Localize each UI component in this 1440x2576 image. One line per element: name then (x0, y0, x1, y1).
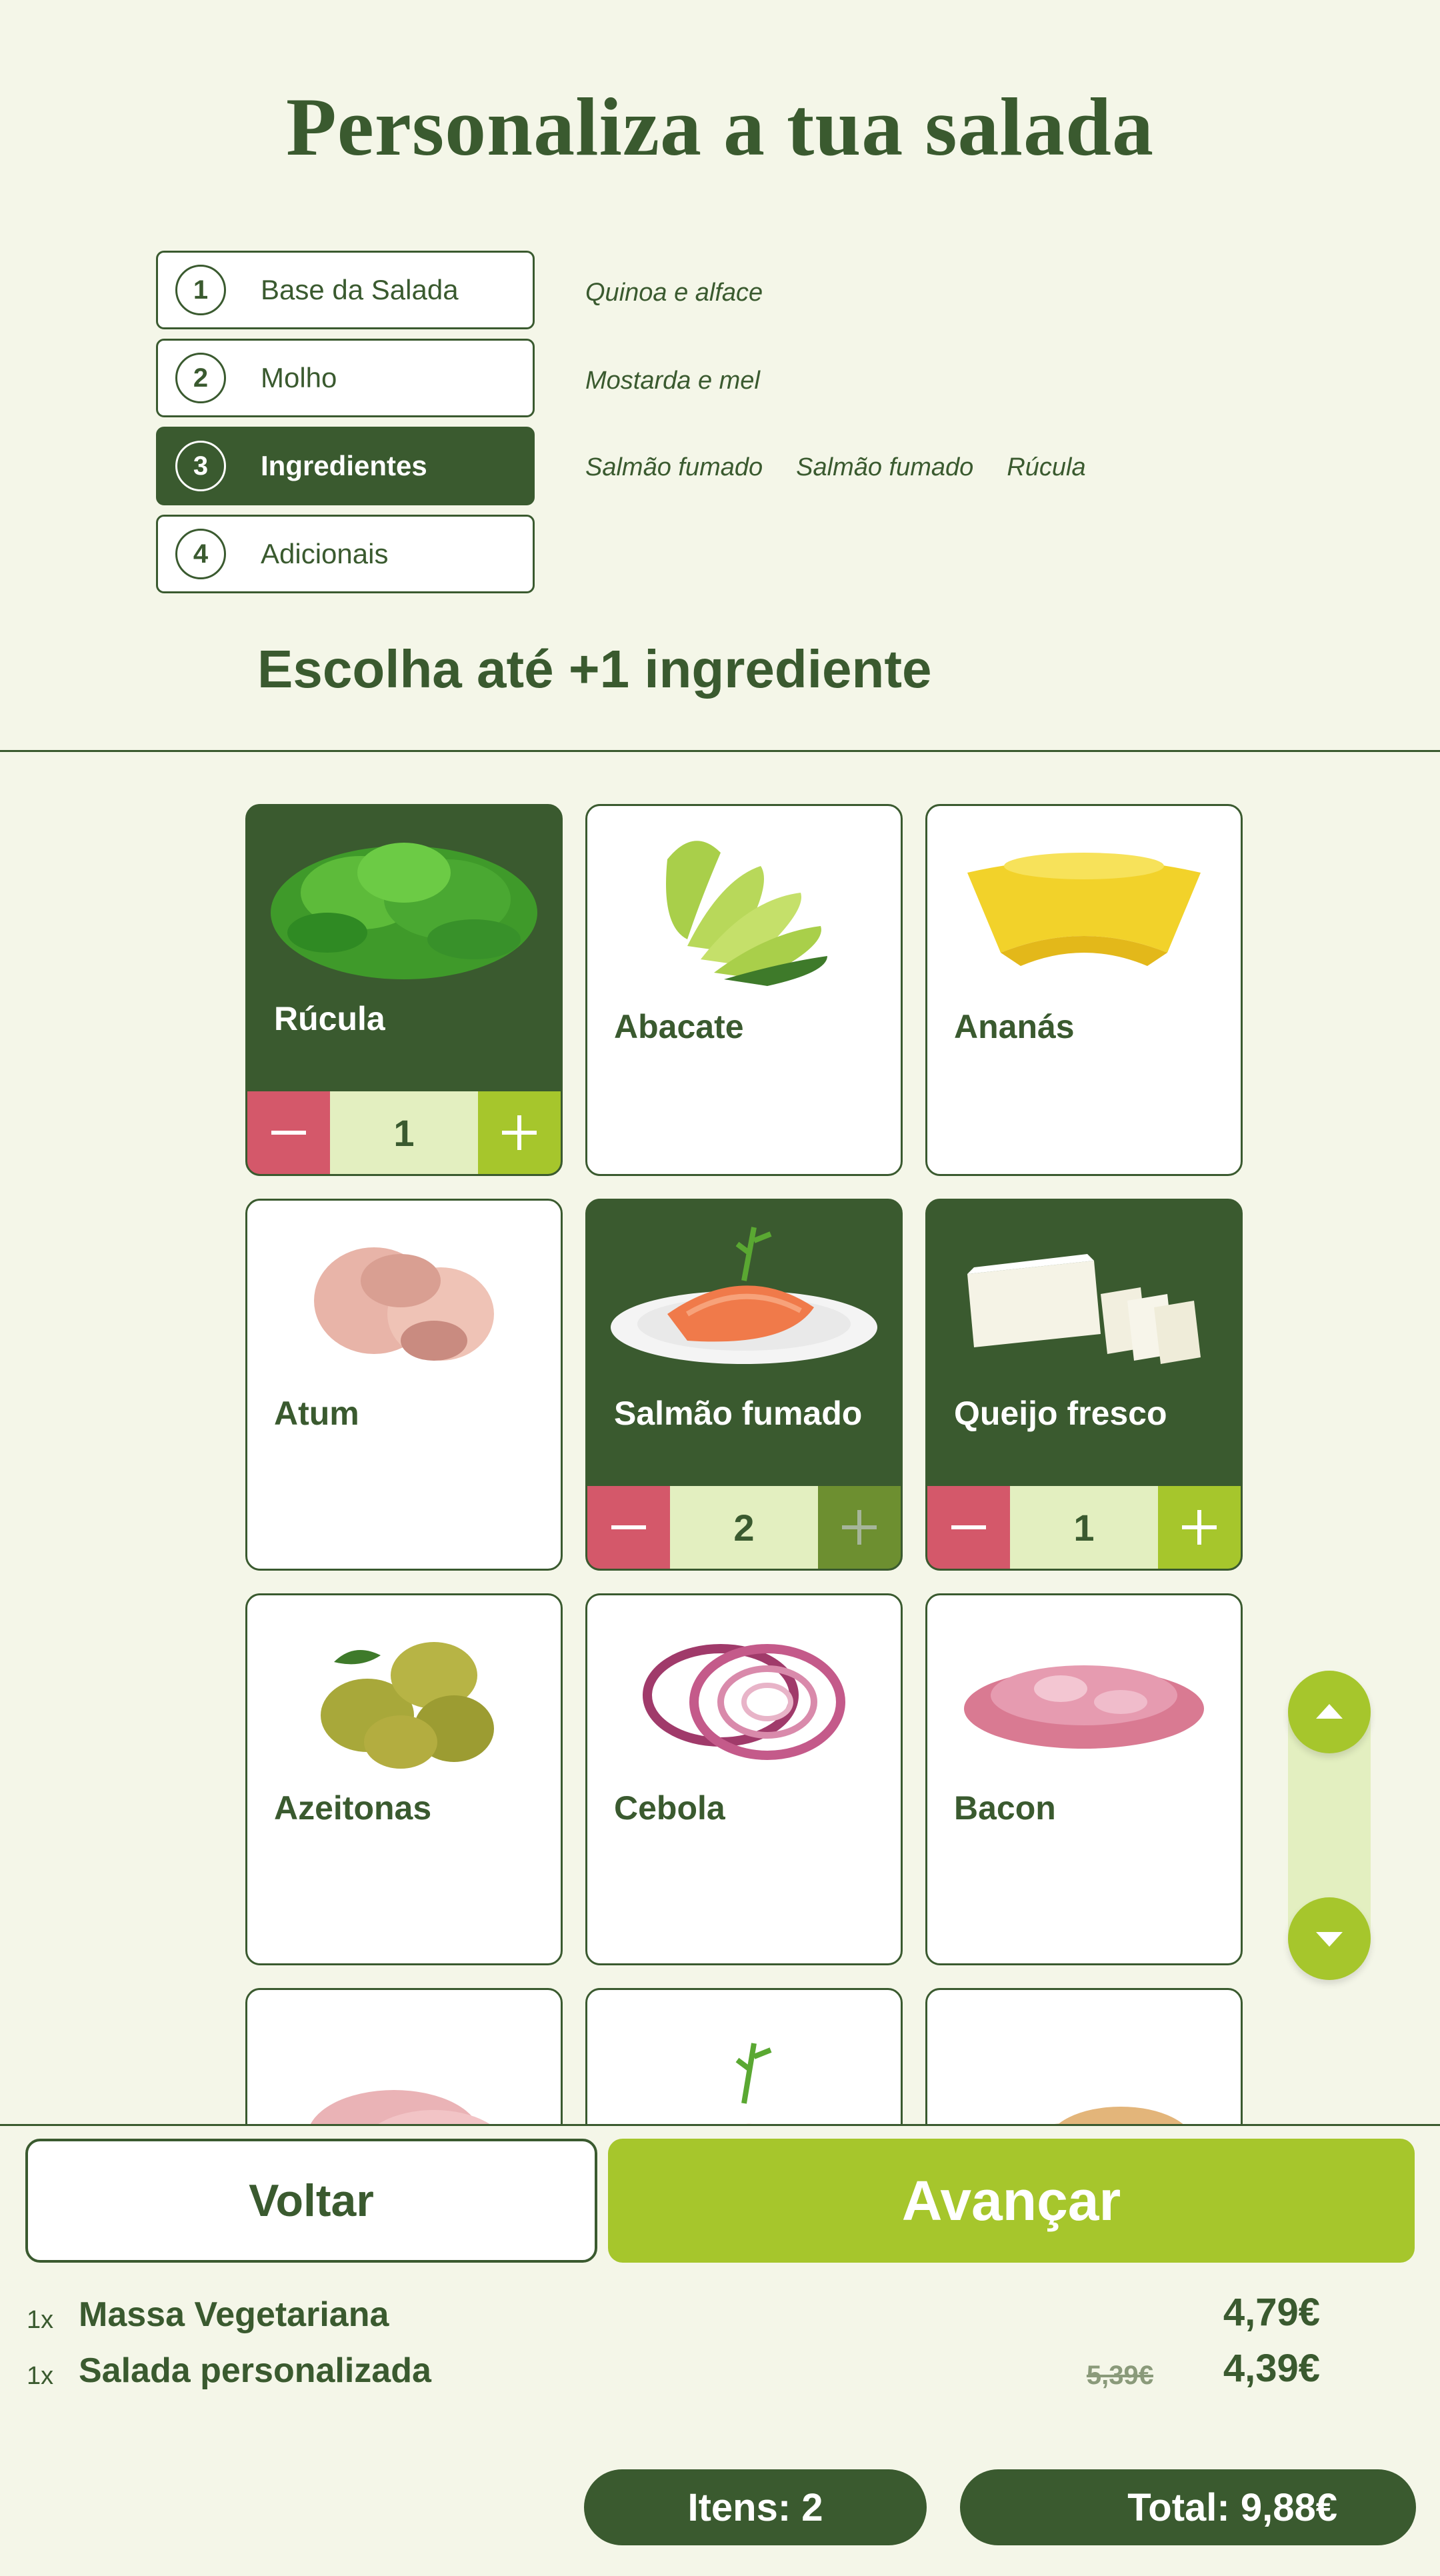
step-number: 3 (175, 441, 226, 491)
fresh-cheese-image (967, 1254, 1201, 1364)
ham-image (310, 2090, 490, 2124)
avocado-image (666, 841, 827, 986)
tuna-image (314, 1247, 494, 1361)
minus-icon (271, 1131, 306, 1135)
ingredient-card-atum[interactable]: Atum (245, 1199, 563, 1571)
ingredient-card-queijo-fresco[interactable]: Queijo fresco 1 (925, 1199, 1243, 1571)
order-line: 1x Massa Vegetariana 4,79€ (27, 2287, 1320, 2340)
order-old-price: 5,39€ (1086, 2361, 1153, 2390)
ingredient-card-azeitonas[interactable]: Azeitonas (245, 1593, 563, 1965)
pineapple-image (967, 853, 1201, 966)
ingredient-card[interactable] (245, 1988, 563, 2124)
plus-icon (502, 1115, 537, 1150)
total-badge: Total: 9,88€ (960, 2469, 1416, 2545)
step-label: Base da Salada (261, 274, 459, 305)
step-summary-ingredients: Salmão fumado Salmão fumado Rúcula (585, 453, 1086, 482)
scroll-control[interactable] (1288, 1671, 1371, 1980)
quantity-stepper[interactable]: 2 (587, 1486, 901, 1569)
order-name: Massa Vegetariana (79, 2295, 389, 2334)
order-price: 4,79€ (1223, 2291, 1320, 2334)
ingredient-card-bacon[interactable]: Bacon (925, 1593, 1243, 1965)
ingredient-grid[interactable]: Rúcula 1 Abacate Ananás Atum Salmão fuma… (0, 752, 1440, 2124)
ingredient-name: Salmão fumado (614, 1395, 863, 1432)
ingredient-name: Abacate (614, 1008, 744, 1045)
order-qty: 1x (27, 2306, 54, 2334)
step-extras[interactable]: 4 Adicionais (156, 515, 535, 593)
summary-item: Mostarda e mel (585, 367, 760, 395)
step-number: 2 (175, 353, 226, 403)
minus-icon (951, 1525, 986, 1529)
step-label: Adicionais (261, 538, 389, 569)
ingredient-name: Queijo fresco (954, 1395, 1167, 1432)
page-title: Personaliza a tua salada (286, 81, 1154, 173)
summary-item: Salmão fumado (796, 453, 974, 481)
order-qty: 1x (27, 2362, 54, 2390)
order-price: 4,39€ (1223, 2347, 1320, 2390)
arrow-down-icon (1316, 1932, 1343, 1947)
step-sauce[interactable]: 2 Molho (156, 339, 535, 417)
ingredient-name: Atum (274, 1395, 359, 1432)
quantity-value: 2 (670, 1486, 818, 1569)
onion-image (643, 1644, 845, 1760)
quantity-stepper[interactable]: 1 (247, 1091, 561, 1174)
plus-icon (842, 1510, 877, 1545)
step-label: Molho (261, 362, 337, 393)
ingredient-card-salmao-fumado[interactable]: Salmão fumado 2 (585, 1199, 903, 1571)
items-count-badge: Itens: 2 (584, 2469, 927, 2545)
arugula-image (271, 843, 537, 979)
minus-icon (611, 1525, 646, 1529)
step-summary-sauce: Mostarda e mel (585, 367, 760, 395)
ingredient-card[interactable] (585, 1988, 903, 2124)
ingredient-name: Rúcula (274, 1000, 385, 1037)
ingredient-card-abacate[interactable]: Abacate (585, 804, 903, 1176)
increment-button[interactable] (478, 1091, 561, 1174)
ingredient-name: Azeitonas (274, 1789, 432, 1827)
scroll-up-button[interactable] (1288, 1671, 1371, 1753)
summary-item: Rúcula (1007, 453, 1086, 481)
arrow-up-icon (1316, 1704, 1343, 1719)
scroll-down-button[interactable] (1288, 1897, 1371, 1980)
ingredient-name: Ananás (954, 1008, 1075, 1045)
salmon-image (735, 2043, 772, 2124)
order-name: Salada personalizada (79, 2351, 431, 2390)
bacon-image (964, 1665, 1204, 1749)
decrement-button[interactable] (247, 1091, 330, 1174)
plus-icon (1182, 1510, 1217, 1545)
ingredient-card-rucula[interactable]: Rúcula 1 (245, 804, 563, 1176)
ingredient-card[interactable] (925, 1988, 1243, 2124)
chicken-image (1054, 2107, 1183, 2124)
increment-button[interactable] (1158, 1486, 1241, 1569)
olives-image (321, 1642, 494, 1769)
step-number: 1 (175, 265, 226, 315)
ingredient-name: Bacon (954, 1789, 1056, 1827)
quantity-value: 1 (1010, 1486, 1158, 1569)
step-number: 4 (175, 529, 226, 579)
step-base[interactable]: 1 Base da Salada (156, 251, 535, 329)
instruction-heading: Escolha até +1 ingrediente (257, 639, 932, 699)
quantity-stepper[interactable]: 1 (927, 1486, 1241, 1569)
step-summary-base: Quinoa e alface (585, 279, 763, 307)
ingredient-name: Cebola (614, 1789, 725, 1827)
quantity-value: 1 (330, 1091, 478, 1174)
summary-item: Quinoa e alface (585, 279, 763, 307)
decrement-button[interactable] (587, 1486, 670, 1569)
decrement-button[interactable] (927, 1486, 1010, 1569)
increment-button[interactable] (818, 1486, 901, 1569)
ingredient-card-ananas[interactable]: Ananás (925, 804, 1243, 1176)
order-line: 1x Salada personalizada 5,39€ 4,39€ (27, 2343, 1320, 2396)
next-button[interactable]: Avançar (608, 2139, 1415, 2263)
ingredient-card-cebola[interactable]: Cebola (585, 1593, 903, 1965)
back-button[interactable]: Voltar (25, 2139, 597, 2263)
salmon-image (611, 1227, 877, 1364)
summary-item: Salmão fumado (585, 453, 763, 481)
divider-bottom (0, 2124, 1440, 2126)
step-ingredients[interactable]: 3 Ingredientes (156, 427, 535, 505)
step-label: Ingredientes (261, 450, 427, 481)
